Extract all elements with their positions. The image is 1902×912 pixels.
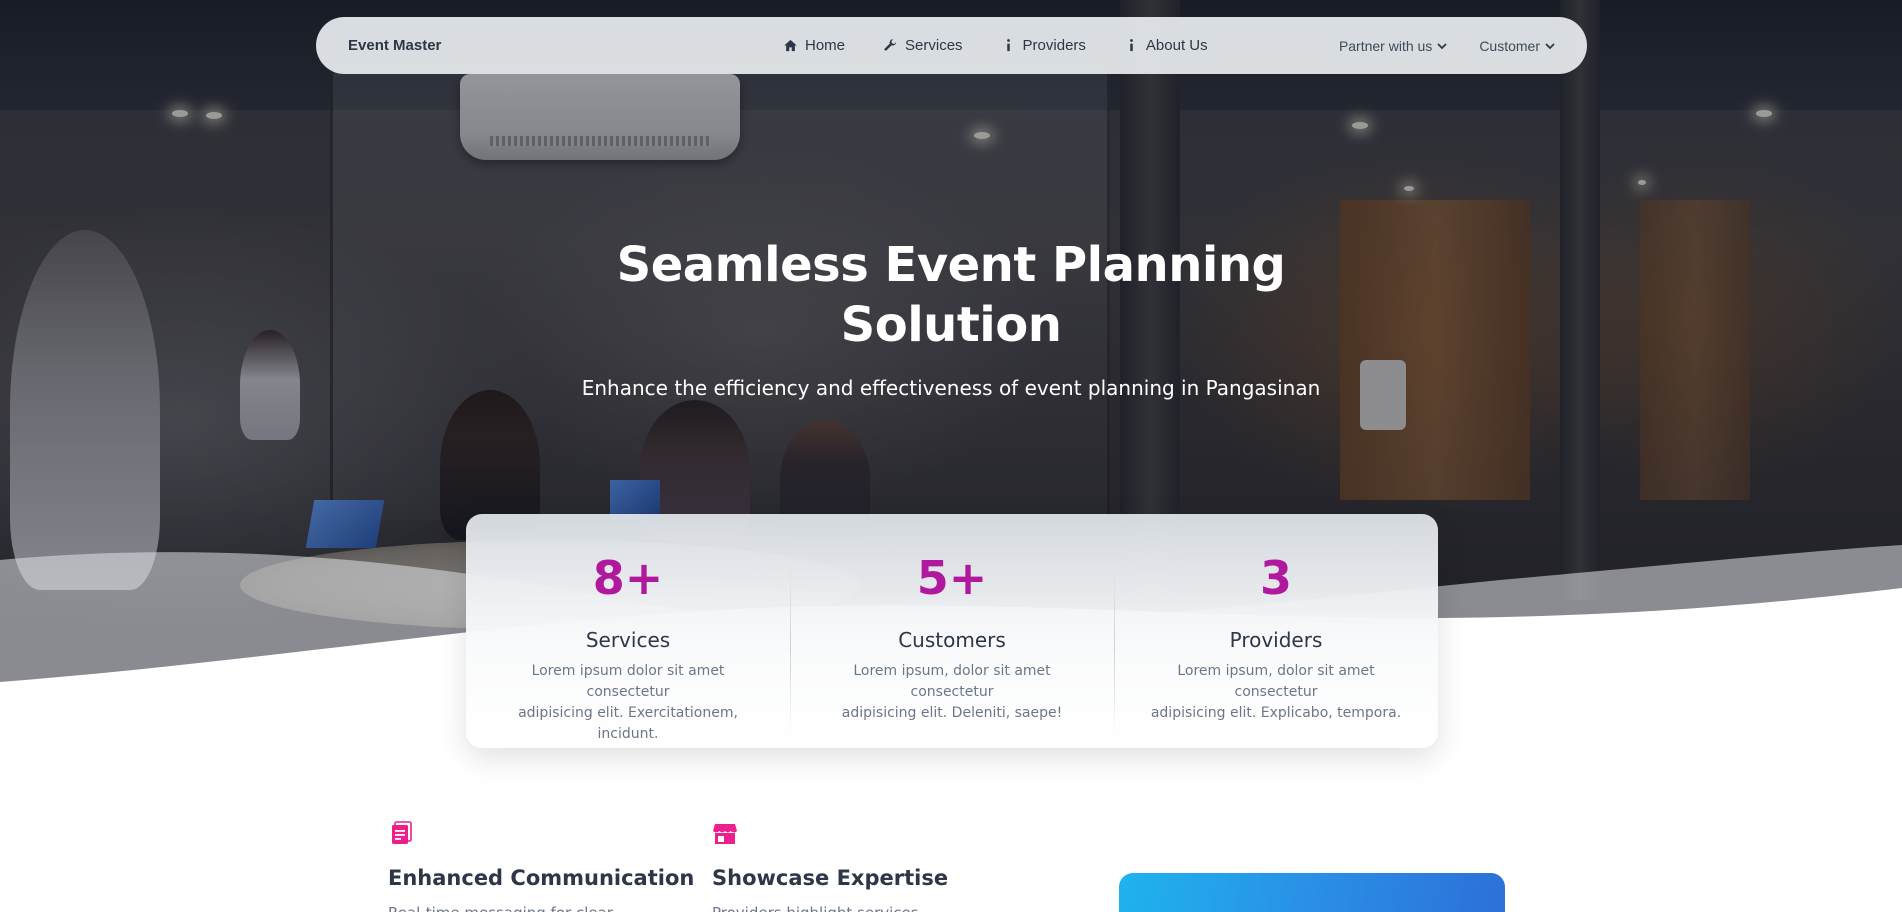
- nav-about-us[interactable]: About Us: [1124, 37, 1208, 54]
- stat-services: 8+ Services Lorem ipsum dolor sit amet c…: [466, 514, 790, 748]
- customer-dropdown-label: Customer: [1479, 37, 1540, 54]
- nav-services-label: Services: [905, 37, 963, 54]
- nav-providers[interactable]: Providers: [1001, 37, 1086, 54]
- stat-label: Customers: [898, 628, 1006, 652]
- stat-value: 5+: [916, 551, 988, 605]
- stat-description-line: Lorem ipsum dolor sit amet consectetur: [531, 663, 725, 700]
- document-icon: [392, 821, 412, 844]
- stat-description-line: Lorem ipsum, dolor sit amet consectetur: [853, 663, 1051, 700]
- stat-description-line: adipisicing elit. Explicabo, tempora.: [1150, 705, 1402, 721]
- nav-dropdowns: Partner with us Customer: [1339, 38, 1555, 54]
- nav-services[interactable]: Services: [883, 37, 963, 54]
- hero-subtitle: Enhance the efficiency and effectiveness…: [581, 376, 1321, 400]
- nav-about-us-label: About Us: [1145, 37, 1208, 54]
- info-icon: [1130, 39, 1133, 52]
- chevron-down-icon: [1545, 42, 1555, 49]
- store-icon: [713, 824, 737, 844]
- hero-title-line1: Seamless Event Planning: [616, 237, 1286, 293]
- brand-logo[interactable]: Event Master: [348, 37, 748, 54]
- feature-title: Enhanced Communication: [388, 866, 695, 890]
- info-icon: [1006, 39, 1010, 52]
- partner-dropdown[interactable]: Partner with us: [1339, 38, 1447, 54]
- hero-title-line2: Solution: [840, 297, 1062, 353]
- stat-label: Services: [585, 628, 671, 652]
- partner-dropdown-label: Partner with us: [1338, 37, 1433, 54]
- stat-value: 3: [1259, 551, 1292, 605]
- chevron-down-icon: [1437, 42, 1447, 49]
- home-icon: [784, 39, 797, 52]
- nav-providers-label: Providers: [1022, 37, 1086, 54]
- stat-description: Lorem ipsum, dolor sit amet consectetur …: [790, 661, 1114, 724]
- feature-title: Showcase Expertise: [712, 866, 949, 890]
- hero-title: Seamless Event Planning Solution: [0, 235, 1902, 355]
- feature-description: Real-time messaging for clear: [388, 904, 694, 912]
- stat-description: Lorem ipsum dolor sit amet consectetur a…: [466, 661, 790, 745]
- stat-label: Providers: [1229, 628, 1323, 652]
- nav-home-label: Home: [805, 37, 846, 54]
- stat-description: Lorem ipsum, dolor sit amet consectetur …: [1114, 661, 1438, 724]
- customer-dropdown[interactable]: Customer: [1479, 38, 1555, 54]
- stat-description-line: Lorem ipsum, dolor sit amet consectetur: [1177, 663, 1375, 700]
- navbar: Event Master Home Services Providers Abo…: [316, 17, 1587, 74]
- stat-description-line: adipisicing elit. Exercitationem, incidu…: [518, 705, 738, 742]
- stats-card: 8+ Services Lorem ipsum dolor sit amet c…: [466, 514, 1438, 748]
- nav-home[interactable]: Home: [783, 37, 845, 54]
- stat-providers: 3 Providers Lorem ipsum, dolor sit amet …: [1114, 514, 1438, 748]
- stat-description-line: adipisicing elit. Deleniti, saepe!: [841, 705, 1063, 721]
- stat-value: 8+: [592, 551, 664, 605]
- feature-image-card: [1119, 873, 1505, 912]
- feature-showcase-expertise: Showcase Expertise Providers highlight s…: [712, 820, 948, 912]
- nav-links: Home Services Providers About Us: [783, 37, 1208, 54]
- wrench-icon: [884, 39, 897, 51]
- feature-description: Providers highlight services: [712, 904, 948, 912]
- feature-enhanced-communication: Enhanced Communication Real-time messagi…: [388, 820, 694, 912]
- stat-customers: 5+ Customers Lorem ipsum, dolor sit amet…: [790, 514, 1114, 748]
